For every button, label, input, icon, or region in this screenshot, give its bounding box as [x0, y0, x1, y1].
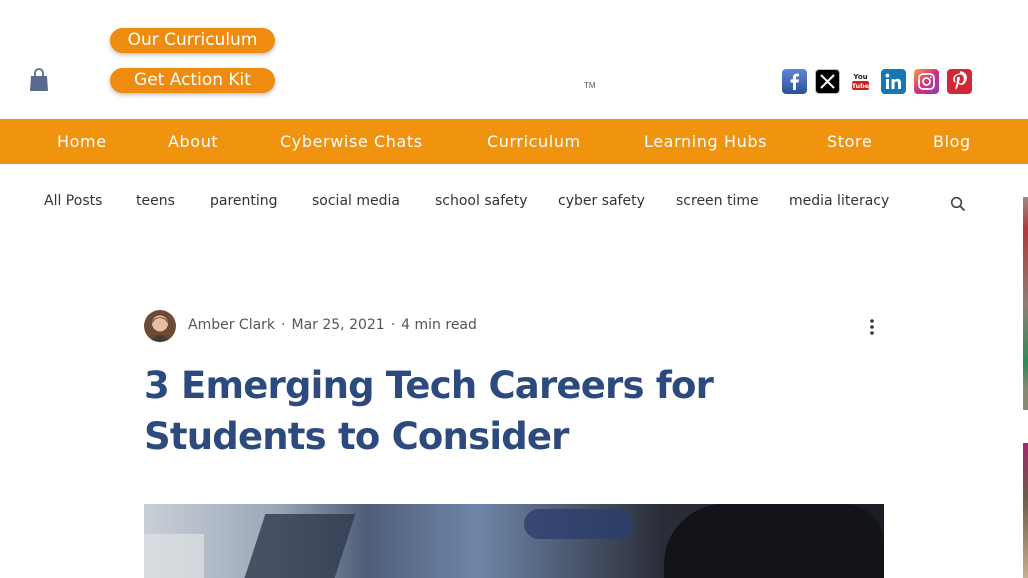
pinterest-icon[interactable]: [947, 69, 972, 94]
side-image-strip: [1023, 197, 1028, 410]
author-name[interactable]: Amber Clark: [188, 317, 275, 333]
category-all-posts[interactable]: All Posts: [44, 193, 102, 209]
trademark-mark: TM: [584, 81, 596, 90]
nav-curriculum[interactable]: Curriculum: [487, 119, 581, 164]
post-meta: Amber Clark · Mar 25, 2021 · 4 min read: [188, 317, 477, 333]
more-options-icon[interactable]: [866, 317, 878, 337]
post-hero-image: [144, 504, 884, 578]
read-time: 4 min read: [401, 317, 477, 333]
our-curriculum-button[interactable]: Our Curriculum: [110, 28, 275, 53]
get-action-kit-button[interactable]: Get Action Kit: [110, 68, 275, 93]
search-icon[interactable]: [950, 196, 966, 212]
social-links: You Tube: [782, 69, 972, 94]
x-icon[interactable]: [815, 69, 840, 94]
svg-text:Tube: Tube: [852, 82, 870, 90]
category-school-safety[interactable]: school safety: [435, 193, 528, 209]
category-screen-time[interactable]: screen time: [676, 193, 759, 209]
nav-cyberwise-chats[interactable]: Cyberwise Chats: [280, 119, 423, 164]
nav-about[interactable]: About: [168, 119, 218, 164]
instagram-icon[interactable]: [914, 69, 939, 94]
category-parenting[interactable]: parenting: [210, 193, 278, 209]
nav-learning-hubs[interactable]: Learning Hubs: [644, 119, 767, 164]
separator: ·: [281, 317, 286, 333]
cart-icon[interactable]: [29, 68, 49, 92]
nav-store[interactable]: Store: [827, 119, 872, 164]
category-media-literacy[interactable]: media literacy: [789, 193, 889, 209]
nav-home[interactable]: Home: [57, 119, 107, 164]
post-date: Mar 25, 2021: [291, 317, 385, 333]
main-nav: Home About Cyberwise Chats Curriculum Le…: [0, 119, 1028, 164]
separator: ·: [390, 317, 396, 333]
post-title: 3 Emerging Tech Careers for Students to …: [144, 364, 714, 458]
svg-text:You: You: [852, 73, 867, 81]
facebook-icon[interactable]: [782, 69, 807, 94]
nav-blog[interactable]: Blog: [933, 119, 971, 164]
category-social-media[interactable]: social media: [312, 193, 400, 209]
side-image-strip: [1023, 443, 1028, 578]
category-teens[interactable]: teens: [136, 193, 175, 209]
youtube-icon[interactable]: You Tube: [848, 69, 873, 94]
avatar[interactable]: [144, 310, 176, 342]
linkedin-icon[interactable]: [881, 69, 906, 94]
category-cyber-safety[interactable]: cyber safety: [558, 193, 645, 209]
